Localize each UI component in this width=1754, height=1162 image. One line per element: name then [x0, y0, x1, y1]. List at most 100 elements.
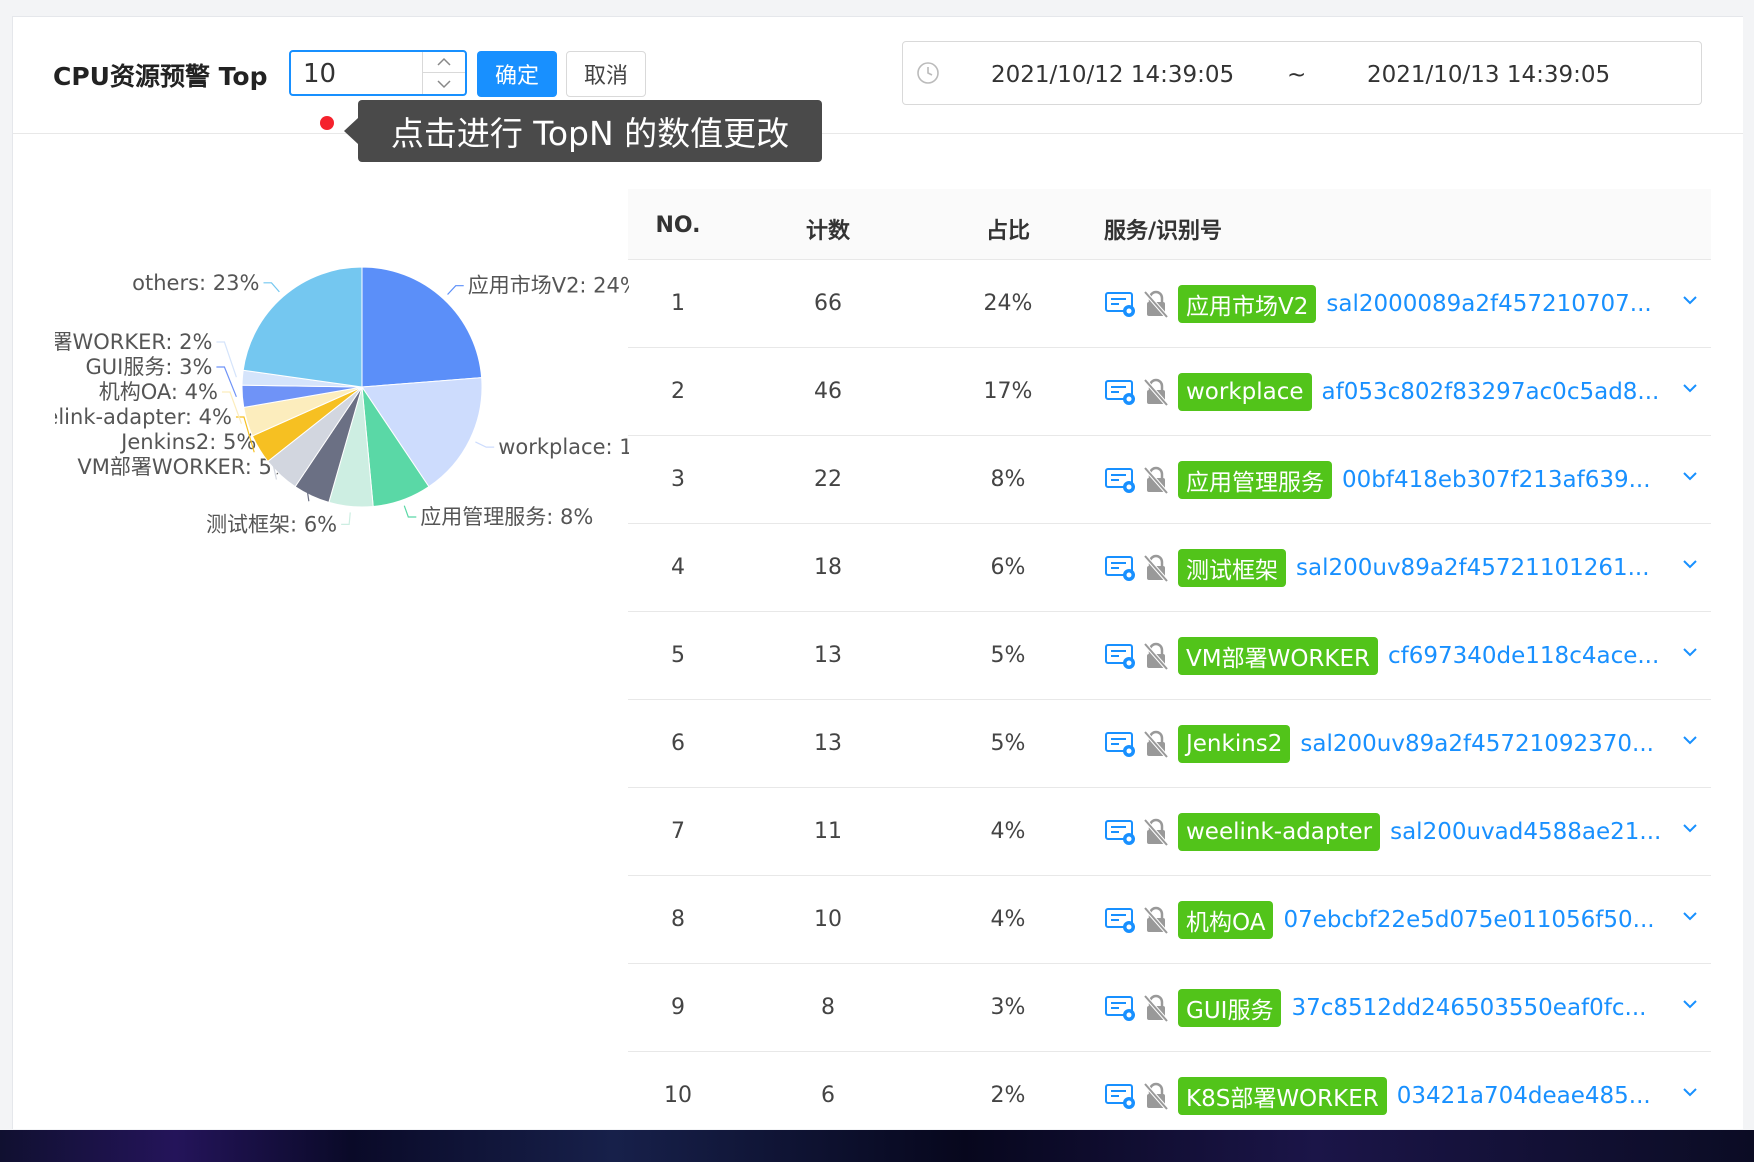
table-row: 1 66 24% 应用市场V2 sal2000089a2f457210707...: [628, 260, 1711, 348]
service-id-link[interactable]: 07ebcbf22e5d075e011056f50...: [1283, 907, 1654, 933]
service-card-icon[interactable]: [1104, 641, 1138, 671]
service-cell: Jenkins2 sal200uv89a2f45721092370...: [1104, 724, 1654, 764]
date-range-picker[interactable]: 2021/10/12 14:39:05 ~ 2021/10/13 14:39:0…: [902, 41, 1702, 105]
service-tag: 测试框架: [1178, 549, 1286, 587]
topn-input[interactable]: [301, 58, 415, 90]
row-count: 13: [814, 731, 842, 756]
service-card-icon[interactable]: [1104, 553, 1138, 583]
lock-off-icon[interactable]: [1142, 641, 1170, 671]
header-pct: 占比: [985, 219, 1031, 244]
service-card-icon[interactable]: [1104, 905, 1138, 935]
row-no: 5: [671, 643, 685, 668]
table-header: NO. 计数 占比 服务/识别号: [628, 189, 1711, 260]
row-no: 10: [664, 1083, 692, 1108]
topn-stepper[interactable]: [289, 50, 467, 96]
lock-off-icon[interactable]: [1142, 377, 1170, 407]
service-card-icon[interactable]: [1104, 465, 1138, 495]
pie-label: others: 23%: [132, 271, 259, 295]
chevron-down-icon[interactable]: [1681, 379, 1699, 397]
service-cell: K8S部署WORKER 03421a704deae485...: [1104, 1076, 1651, 1116]
desktop-background: [0, 1130, 1754, 1162]
service-card-icon[interactable]: [1104, 729, 1138, 759]
table-row: 7 11 4% weelink-adapter sal200uvad4588ae21..…: [628, 788, 1711, 876]
chevron-down-icon[interactable]: [1681, 995, 1699, 1013]
chevron-down-icon[interactable]: [1681, 731, 1699, 749]
chevron-down-icon[interactable]: [1681, 555, 1699, 573]
service-id-link[interactable]: sal200uv89a2f45721101261...: [1296, 555, 1650, 581]
increment-button[interactable]: [423, 52, 465, 73]
service-cell: workplace af053c802f83297ac0c5ad8...: [1104, 372, 1659, 412]
lock-off-icon[interactable]: [1142, 553, 1170, 583]
chevron-down-icon[interactable]: [1681, 291, 1699, 309]
service-card-icon[interactable]: [1104, 289, 1138, 319]
service-cell: 应用市场V2 sal2000089a2f457210707...: [1104, 284, 1652, 324]
row-pct: 5%: [990, 643, 1026, 668]
pie-label: VM部署WORKER: 5%: [77, 455, 291, 479]
service-id-link[interactable]: sal2000089a2f457210707...: [1326, 291, 1651, 317]
service-id-link[interactable]: af053c802f83297ac0c5ad8...: [1322, 379, 1660, 405]
service-tag: weelink-adapter: [1178, 813, 1381, 851]
pie-label: 测试框架: 6%: [206, 512, 337, 536]
row-count: 10: [814, 907, 842, 932]
service-id-link[interactable]: 00bf418eb307f213af639...: [1342, 467, 1651, 493]
chevron-down-icon[interactable]: [1681, 907, 1699, 925]
pie-slice: [361, 266, 483, 388]
header-service: 服务/识别号: [1104, 219, 1223, 244]
service-card-icon[interactable]: [1104, 1081, 1138, 1111]
row-no: 7: [671, 819, 685, 844]
lock-off-icon[interactable]: [1142, 289, 1170, 319]
header-count: 计数: [805, 219, 851, 244]
stepper-controls[interactable]: [422, 52, 465, 94]
pie-leader-line: [447, 285, 464, 295]
service-id-link[interactable]: sal200uv89a2f45721092370...: [1300, 731, 1654, 757]
table-row: 4 18 6% 测试框架 sal200uv89a2f45721101261...: [628, 524, 1711, 612]
service-id-link[interactable]: 37c8512dd246503550eaf0fc...: [1291, 995, 1646, 1021]
cpu-alert-card: CPU资源预警 Top 确定 取消 2021/10/12 14:39:05 ~ …: [12, 16, 1743, 1140]
end-date[interactable]: 2021/10/13 14:39:05: [1367, 62, 1610, 88]
chevron-down-icon[interactable]: [1681, 1083, 1699, 1101]
cancel-button[interactable]: 取消: [566, 51, 646, 97]
lock-off-icon[interactable]: [1142, 465, 1170, 495]
service-id-link[interactable]: sal200uvad4588ae21...: [1390, 819, 1661, 845]
lock-off-icon[interactable]: [1142, 1081, 1170, 1111]
pie-label: GUI服务: 3%: [86, 355, 213, 379]
chevron-down-icon[interactable]: [1681, 643, 1699, 661]
row-pct: 3%: [990, 995, 1026, 1020]
service-cell: VM部署WORKER cf697340de118c4ace...: [1104, 636, 1659, 676]
service-id-link[interactable]: 03421a704deae485...: [1397, 1083, 1651, 1109]
service-tag: Jenkins2: [1178, 725, 1291, 763]
lock-off-icon[interactable]: [1142, 729, 1170, 759]
pie-label: Jenkins2: 5%: [119, 430, 256, 454]
table-row: 3 22 8% 应用管理服务 00bf418eb307f213af639...: [628, 436, 1711, 524]
pie-label: weelink-adapter: 4%: [55, 405, 232, 429]
start-date[interactable]: 2021/10/12 14:39:05: [991, 62, 1234, 88]
pie-leader-line: [475, 441, 495, 448]
pie-label: workplace: 17%: [498, 435, 629, 459]
row-pct: 4%: [990, 907, 1026, 932]
pie-chart: 应用市场V2: 24% workplace: 17% 应用管理服务: 8% 测试框架:…: [55, 237, 629, 577]
chevron-down-icon[interactable]: [1681, 467, 1699, 485]
row-no: 6: [671, 731, 685, 756]
table-row: 6 13 5% Jenkins2 sal200uv89a2f45721092370...: [628, 700, 1711, 788]
chevron-down-icon: [437, 79, 451, 88]
pie-label: K8S部署WORKER: 2%: [55, 330, 212, 354]
service-card-icon[interactable]: [1104, 377, 1138, 407]
row-count: 6: [821, 1083, 835, 1108]
row-pct: 8%: [990, 467, 1026, 492]
service-card-icon[interactable]: [1104, 993, 1138, 1023]
confirm-button[interactable]: 确定: [477, 51, 557, 97]
pie-leader-line: [403, 505, 417, 518]
decrement-button[interactable]: [423, 73, 465, 94]
row-count: 18: [814, 555, 842, 580]
header-no: NO.: [655, 213, 701, 238]
lock-off-icon[interactable]: [1142, 905, 1170, 935]
row-no: 2: [671, 379, 685, 404]
service-card-icon[interactable]: [1104, 817, 1138, 847]
chevron-down-icon[interactable]: [1681, 819, 1699, 837]
row-count: 13: [814, 643, 842, 668]
lock-off-icon[interactable]: [1142, 817, 1170, 847]
lock-off-icon[interactable]: [1142, 993, 1170, 1023]
service-id-link[interactable]: cf697340de118c4ace...: [1388, 643, 1659, 669]
pie-label: 应用市场V2: 24%: [468, 274, 629, 298]
row-no: 8: [671, 907, 685, 932]
